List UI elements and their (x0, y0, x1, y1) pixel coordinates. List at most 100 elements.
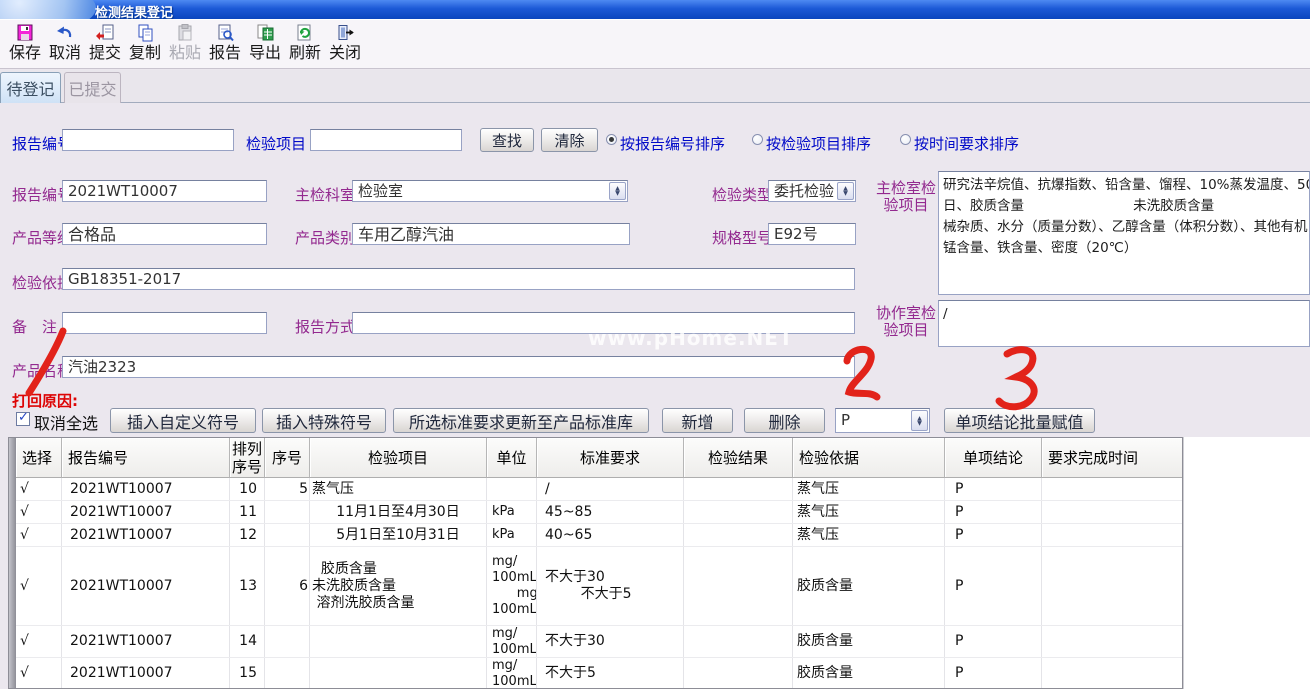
cell-unit: mg/ 100mL (487, 658, 537, 689)
tab-submitted[interactable]: 已提交 (64, 72, 121, 103)
cell-report-no: 2021WT10007 (62, 524, 230, 546)
delete-button[interactable]: 删除 (744, 408, 825, 433)
cell-result (684, 524, 793, 546)
col-header-select[interactable]: 选择 (16, 438, 62, 478)
copy-icon (135, 22, 155, 43)
red-mark-3 (999, 350, 1034, 407)
report-button[interactable]: 报告 (206, 22, 244, 67)
refresh-button[interactable]: 刷新 (286, 22, 324, 67)
cell-order-no: 14 (230, 626, 265, 657)
cell-standard: 45~85 (537, 501, 684, 523)
row-checkmark[interactable]: √ (16, 626, 62, 657)
save-button[interactable]: 保存 (6, 22, 44, 67)
cell-basis: 蒸气压 (793, 478, 945, 500)
col-header-report-no[interactable]: 报告编号 (62, 438, 230, 478)
spec-field[interactable]: E92号 (768, 223, 856, 245)
category-field[interactable]: 车用乙醇汽油 (352, 223, 630, 245)
cell-basis: 蒸气压 (793, 524, 945, 546)
table-row[interactable]: √ 2021WT10007 13 6 胶质含量 未洗胶质含量 溶剂洗胶质含量 m… (16, 547, 1183, 626)
batch-assign-button[interactable]: 单项结论批量赋值 (944, 408, 1095, 433)
main-items-textarea[interactable]: 研究法辛烷值、抗爆指数、铅含量、馏程、10%蒸发温度、50%蒸 日、胶质含量 未… (938, 171, 1310, 295)
col-header-unit[interactable]: 单位 (487, 438, 537, 478)
update-standard-button[interactable]: 所选标准要求更新至产品标准库 (393, 408, 649, 433)
cell-basis: 胶质含量 (793, 658, 945, 689)
cell-item: 胶质含量 未洗胶质含量 溶剂洗胶质含量 (310, 547, 487, 625)
cell-order-no: 13 (230, 547, 265, 625)
cell-conclusion: P (945, 658, 1042, 689)
search-item-label: 检验项目 (246, 133, 306, 154)
search-report-no-input[interactable] (62, 129, 234, 151)
table-row[interactable]: √ 2021WT10007 14 mg/ 100mL 不大于30 胶质含量 P (16, 626, 1183, 658)
cell-standard: 不大于30 (537, 626, 684, 657)
remark-label: 备 注 (12, 316, 57, 337)
col-header-order-no[interactable]: 排列序号 (230, 438, 265, 478)
row-checkmark[interactable]: √ (16, 547, 62, 625)
sort-by-time-label: 按时间要求排序 (914, 133, 1019, 154)
uncheck-all-label: 取消全选 (34, 410, 98, 434)
table-row[interactable]: √ 2021WT10007 15 mg/ 100mL 不大于5 胶质含量 P (16, 658, 1183, 689)
sort-by-time-radio[interactable] (900, 134, 911, 145)
spec-label: 规格型号 (712, 227, 772, 248)
cell-conclusion: P (945, 524, 1042, 546)
main-toolbar: 保存 取消 提交 复制 粘贴 报告 导出 刷新 (0, 19, 1310, 69)
col-header-seq[interactable]: 序号 (265, 438, 310, 478)
spinner-icon[interactable]: ▲▼ (837, 182, 854, 200)
copy-button[interactable]: 复制 (126, 22, 164, 67)
table-right-empty-area (1183, 437, 1310, 689)
col-header-basis[interactable]: 检验依据 (793, 438, 945, 478)
col-header-item[interactable]: 检验项目 (310, 438, 487, 478)
spinner-icon[interactable]: ▲▼ (609, 182, 626, 200)
row-checkmark[interactable]: √ (16, 524, 62, 546)
undo-button[interactable]: 取消 (46, 22, 84, 67)
cell-report-no: 2021WT10007 (62, 626, 230, 657)
report-no-field[interactable]: 2021WT10007 (62, 180, 267, 202)
close-button[interactable]: 关闭 (326, 22, 364, 67)
search-item-input[interactable] (310, 129, 462, 151)
cell-conclusion: P (945, 478, 1042, 500)
tab-pending[interactable]: 待登记 (0, 72, 61, 103)
grade-field[interactable]: 合格品 (62, 223, 267, 245)
insert-special-symbol-button[interactable]: 插入特殊符号 (262, 408, 386, 433)
table-row[interactable]: √ 2021WT10007 11 11月1日至4月30日 kPa 45~85 蒸… (16, 501, 1183, 524)
spinner-icon[interactable]: ▲▼ (911, 410, 928, 431)
cell-due (1042, 524, 1183, 546)
col-header-result[interactable]: 检验结果 (684, 438, 793, 478)
report-icon (215, 22, 235, 43)
conclusion-combobox[interactable]: P ▲▼ (835, 408, 930, 433)
refresh-icon (295, 22, 315, 43)
row-checkmark[interactable]: √ (16, 658, 62, 689)
check-type-combobox[interactable]: 委托检验 ▲▼ (768, 180, 856, 202)
main-dept-combobox[interactable]: 检验室 ▲▼ (352, 180, 628, 202)
row-selector-strip[interactable] (9, 438, 16, 688)
insert-custom-symbol-button[interactable]: 插入自定义符号 (110, 408, 256, 433)
col-header-standard[interactable]: 标准要求 (537, 438, 684, 478)
submit-button[interactable]: 提交 (86, 22, 124, 67)
product-name-field[interactable]: 汽油2323 (62, 356, 855, 378)
uncheck-all-checkbox[interactable] (16, 412, 30, 426)
cell-result (684, 547, 793, 625)
sort-by-report-radio[interactable] (606, 134, 617, 145)
export-icon (255, 22, 275, 43)
coop-items-textarea[interactable]: / (938, 300, 1310, 347)
cell-seq (265, 501, 310, 523)
find-button[interactable]: 查找 (480, 128, 534, 152)
col-header-conclusion[interactable]: 单项结论 (945, 438, 1042, 478)
export-button[interactable]: 导出 (246, 22, 284, 67)
table-row[interactable]: √ 2021WT10007 12 5月1日至10月31日 kPa 40~65 蒸… (16, 524, 1183, 547)
cell-basis: 蒸气压 (793, 501, 945, 523)
col-header-due[interactable]: 要求完成时间 (1042, 438, 1183, 478)
add-button[interactable]: 新增 (662, 408, 733, 433)
clear-button[interactable]: 清除 (541, 128, 598, 152)
sort-by-item-radio[interactable] (752, 134, 763, 145)
cell-standard: 40~65 (537, 524, 684, 546)
basis-field[interactable]: GB18351-2017 (62, 268, 855, 290)
title-bar: 检测结果登记 (0, 0, 1310, 19)
cell-item: 11月1日至4月30日 (310, 501, 487, 523)
remark-field[interactable] (62, 312, 267, 334)
paste-icon (175, 22, 195, 43)
table-row[interactable]: √ 2021WT10007 10 5 蒸气压 / 蒸气压 P (16, 478, 1183, 501)
main-items-label: 主检室检验项目 (875, 180, 937, 214)
row-checkmark[interactable]: √ (16, 478, 62, 500)
cell-conclusion: P (945, 626, 1042, 657)
row-checkmark[interactable]: √ (16, 501, 62, 523)
